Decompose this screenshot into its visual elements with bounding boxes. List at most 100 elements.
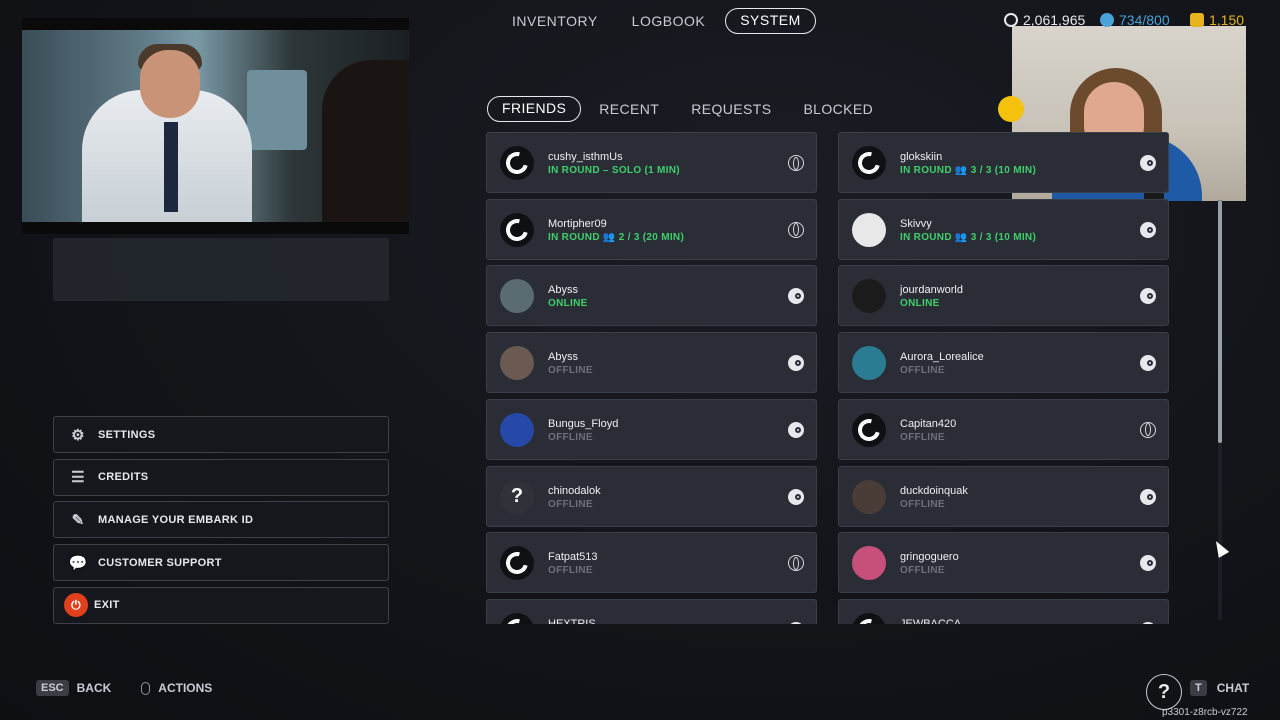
chat-key: T bbox=[1190, 680, 1207, 696]
pencil-icon: ✎ bbox=[71, 511, 85, 529]
manage-embark-id-button[interactable]: ✎ MANAGE YOUR EMBARK ID bbox=[53, 501, 389, 539]
steam-icon bbox=[788, 288, 804, 305]
friend-card[interactable]: cushy_isthmUs IN ROUND – SOLO (1 MIN) bbox=[486, 132, 817, 193]
friend-status: OFFLINE bbox=[548, 498, 593, 510]
friend-status: IN ROUND – SOLO (1 MIN) bbox=[548, 165, 680, 176]
friend-card[interactable]: Mortipher09 IN ROUND 👥 2 / 3 (20 MIN) bbox=[486, 198, 817, 260]
embark-logo-icon bbox=[501, 147, 533, 179]
exit-label: EXIT bbox=[94, 599, 120, 612]
chat-bubbles-icon: 💬 bbox=[68, 554, 88, 572]
avatar bbox=[852, 612, 886, 624]
credits-button[interactable]: ☰ CREDITS bbox=[53, 458, 389, 496]
power-icon: ⏻ bbox=[64, 593, 88, 618]
friend-card[interactable]: Abyss ONLINE bbox=[486, 265, 817, 327]
friend-card[interactable]: Skivvy IN ROUND 👥 3 / 3 (10 MIN) bbox=[838, 198, 1169, 260]
friend-card[interactable]: jourdanworld ONLINE bbox=[838, 265, 1169, 327]
tab-requests[interactable]: REQUESTS bbox=[677, 96, 785, 122]
chat-label: CHAT bbox=[1216, 681, 1250, 695]
manage-id-label: MANAGE YOUR EMBARK ID bbox=[98, 513, 254, 526]
friend-card[interactable]: Abyss OFFLINE bbox=[486, 332, 817, 394]
kudos-icon bbox=[1190, 13, 1204, 27]
avatar bbox=[500, 546, 534, 581]
tab-logbook[interactable]: LOGBOOK bbox=[618, 8, 720, 34]
avatar bbox=[500, 146, 534, 180]
tab-inventory[interactable]: INVENTORY bbox=[498, 8, 612, 34]
embark-logo-icon bbox=[501, 214, 533, 245]
embark-logo-icon bbox=[501, 614, 533, 624]
steam-icon bbox=[1140, 555, 1156, 572]
gear-icon: ⚙ bbox=[71, 426, 85, 444]
friend-name: HEXTRIS bbox=[548, 617, 596, 624]
friend-card[interactable]: glokskiin IN ROUND 👥 3 / 3 (10 MIN) bbox=[838, 132, 1169, 193]
doctor-head bbox=[140, 50, 200, 118]
esc-key[interactable]: ESC bbox=[36, 680, 69, 696]
friend-name: chinodalok bbox=[548, 484, 601, 497]
friend-status: OFFLINE bbox=[548, 565, 593, 577]
tab-blocked[interactable]: BLOCKED bbox=[789, 96, 887, 122]
embark-logo-icon bbox=[853, 147, 885, 179]
kudos-value: 1,150 bbox=[1209, 12, 1245, 28]
friend-name: Capitan420 bbox=[900, 417, 957, 430]
settings-label: SETTINGS bbox=[98, 428, 156, 441]
friend-card[interactable]: JEWBACCA bbox=[838, 598, 1169, 624]
support-label: CUSTOMER SUPPORT bbox=[98, 556, 222, 569]
settings-button[interactable]: ⚙ SETTINGS bbox=[53, 416, 389, 453]
tab-recent[interactable]: RECENT bbox=[585, 96, 673, 122]
steam-icon bbox=[1140, 355, 1156, 372]
multibucks-value: 2,061,965 bbox=[1023, 12, 1086, 28]
profile-placeholder bbox=[53, 238, 389, 301]
steam-icon bbox=[788, 355, 804, 372]
steam-icon bbox=[1140, 155, 1156, 171]
friend-card[interactable]: ? chinodalok OFFLINE bbox=[486, 465, 817, 527]
friend-status: IN ROUND 👥 3 / 3 (10 MIN) bbox=[900, 231, 1037, 243]
friend-status: OFFLINE bbox=[900, 565, 945, 577]
friend-name: JEWBACCA bbox=[900, 617, 962, 624]
iv-machine bbox=[247, 70, 307, 150]
friend-status: OFFLINE bbox=[900, 498, 945, 510]
friend-status: ONLINE bbox=[548, 298, 588, 310]
steam-icon bbox=[788, 488, 804, 505]
embark-logo-icon bbox=[501, 548, 533, 579]
tokens-counter: 734/800 bbox=[1100, 12, 1170, 28]
friend-name: duckdoinquak bbox=[900, 484, 968, 497]
avatar bbox=[500, 346, 534, 381]
customer-support-button[interactable]: 💬 CUSTOMER SUPPORT bbox=[53, 544, 389, 582]
system-menu: ⚙ SETTINGS ☰ CREDITS ✎ MANAGE YOUR EMBAR… bbox=[53, 416, 389, 629]
tab-system[interactable]: SYSTEM bbox=[725, 8, 816, 34]
bottom-bar: ESC BACK ACTIONS bbox=[36, 680, 212, 696]
back-label[interactable]: BACK bbox=[77, 681, 112, 695]
steam-icon bbox=[1140, 221, 1156, 238]
chat-control[interactable]: T CHAT bbox=[1190, 680, 1249, 696]
avatar: ? bbox=[500, 479, 534, 514]
friend-name: gringoguero bbox=[900, 551, 959, 564]
friend-status: OFFLINE bbox=[548, 431, 593, 443]
tokens-icon bbox=[1100, 13, 1114, 27]
steam-icon bbox=[1140, 288, 1156, 305]
embark-logo-icon bbox=[853, 414, 885, 445]
doctor-tie bbox=[164, 122, 178, 212]
steam-icon bbox=[788, 621, 804, 624]
friend-card[interactable]: Capitan420 OFFLINE bbox=[838, 398, 1169, 460]
friend-name: Fatpat513 bbox=[548, 551, 598, 564]
globe-icon bbox=[788, 221, 804, 238]
exit-button[interactable]: ⏻ EXIT bbox=[53, 586, 389, 624]
scrollbar-thumb[interactable] bbox=[1218, 200, 1222, 443]
avatar bbox=[500, 412, 534, 447]
friend-card[interactable]: duckdoinquak OFFLINE bbox=[838, 465, 1169, 527]
friend-card[interactable]: Fatpat513 OFFLINE bbox=[486, 532, 817, 594]
avatar bbox=[852, 212, 886, 247]
tab-friends[interactable]: FRIENDS bbox=[487, 96, 582, 122]
friend-status: OFFLINE bbox=[900, 365, 945, 377]
help-button[interactable]: ? bbox=[1146, 674, 1182, 710]
top-nav: INVENTORY LOGBOOK SYSTEM bbox=[498, 8, 816, 34]
avatar bbox=[852, 146, 886, 180]
friend-card[interactable]: gringoguero OFFLINE bbox=[838, 532, 1169, 594]
friend-card[interactable]: HEXTRIS bbox=[486, 598, 817, 624]
friend-card[interactable]: Bungus_Floyd OFFLINE bbox=[486, 398, 817, 460]
notification-indicator[interactable] bbox=[998, 96, 1024, 122]
actions-label[interactable]: ACTIONS bbox=[158, 681, 212, 695]
avatar bbox=[852, 279, 886, 314]
friend-card[interactable]: Aurora_Lorealice OFFLINE bbox=[838, 332, 1169, 394]
friend-status: IN ROUND 👥 3 / 3 (10 MIN) bbox=[900, 165, 1037, 176]
multibucks-counter: 2,061,965 bbox=[1004, 12, 1085, 28]
